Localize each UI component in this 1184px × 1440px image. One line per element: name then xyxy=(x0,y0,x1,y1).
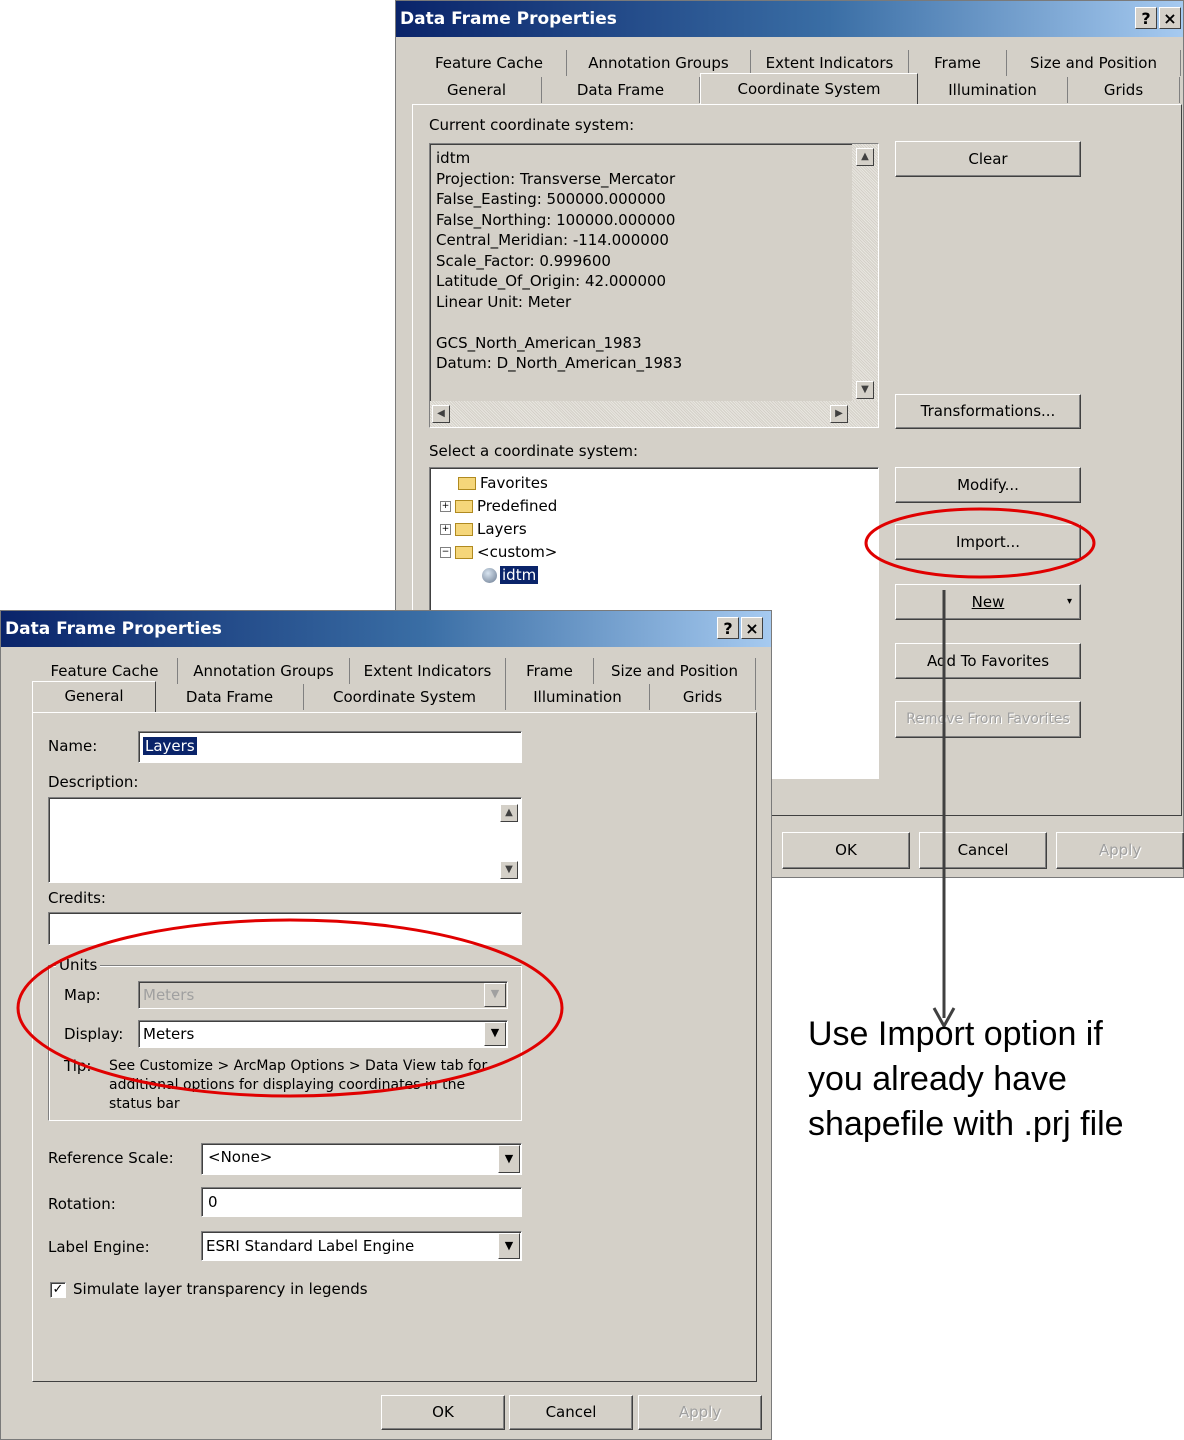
import-highlight-ellipse xyxy=(864,507,1096,579)
units-highlight-ellipse xyxy=(16,918,564,1098)
annotation-overlay xyxy=(16,507,1096,1098)
annotation-text: Use Import option if you already have sh… xyxy=(808,1015,1124,1143)
